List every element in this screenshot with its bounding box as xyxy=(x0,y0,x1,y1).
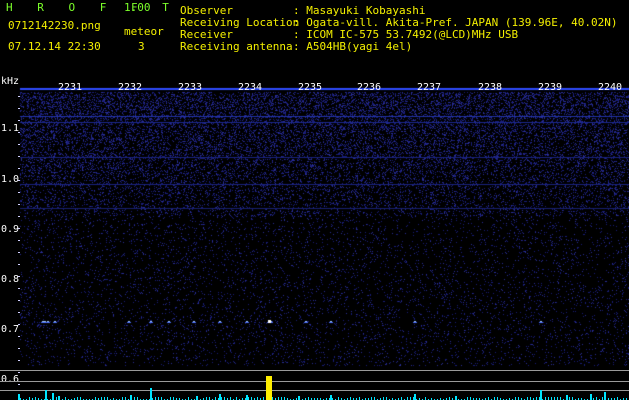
app-version: 1.00 xyxy=(124,1,151,14)
meteor-count: 3 xyxy=(138,40,145,53)
trace-spike xyxy=(52,393,54,400)
app-title: H R O F F T xyxy=(6,1,178,14)
trace-spike xyxy=(18,394,20,400)
header-panel: H R O F F T 1.00 0712142230.png meteor 0… xyxy=(0,0,629,72)
info-value-antenna: : A504HB(yagi 4el) xyxy=(293,40,413,53)
trace-spike xyxy=(330,395,332,400)
trace-spike xyxy=(414,394,416,400)
trace-spike xyxy=(246,395,248,400)
signal-trace xyxy=(18,376,627,400)
trace-spike xyxy=(540,390,542,400)
info-label-antenna: Receiving antenna xyxy=(180,40,293,53)
timestamp: 07.12.14 22:30 xyxy=(8,40,101,53)
spectrogram-plot: kHz 1.1 1.0 0.9 0.8 0.7 0.6 2231 2232 22… xyxy=(0,76,629,400)
file-name: 0712142230.png xyxy=(8,19,101,32)
meteor-spike xyxy=(266,376,272,400)
trace-spike xyxy=(45,390,47,400)
trace-spike xyxy=(219,394,221,400)
meteor-label: meteor xyxy=(124,25,164,38)
trace-spike xyxy=(150,388,152,400)
